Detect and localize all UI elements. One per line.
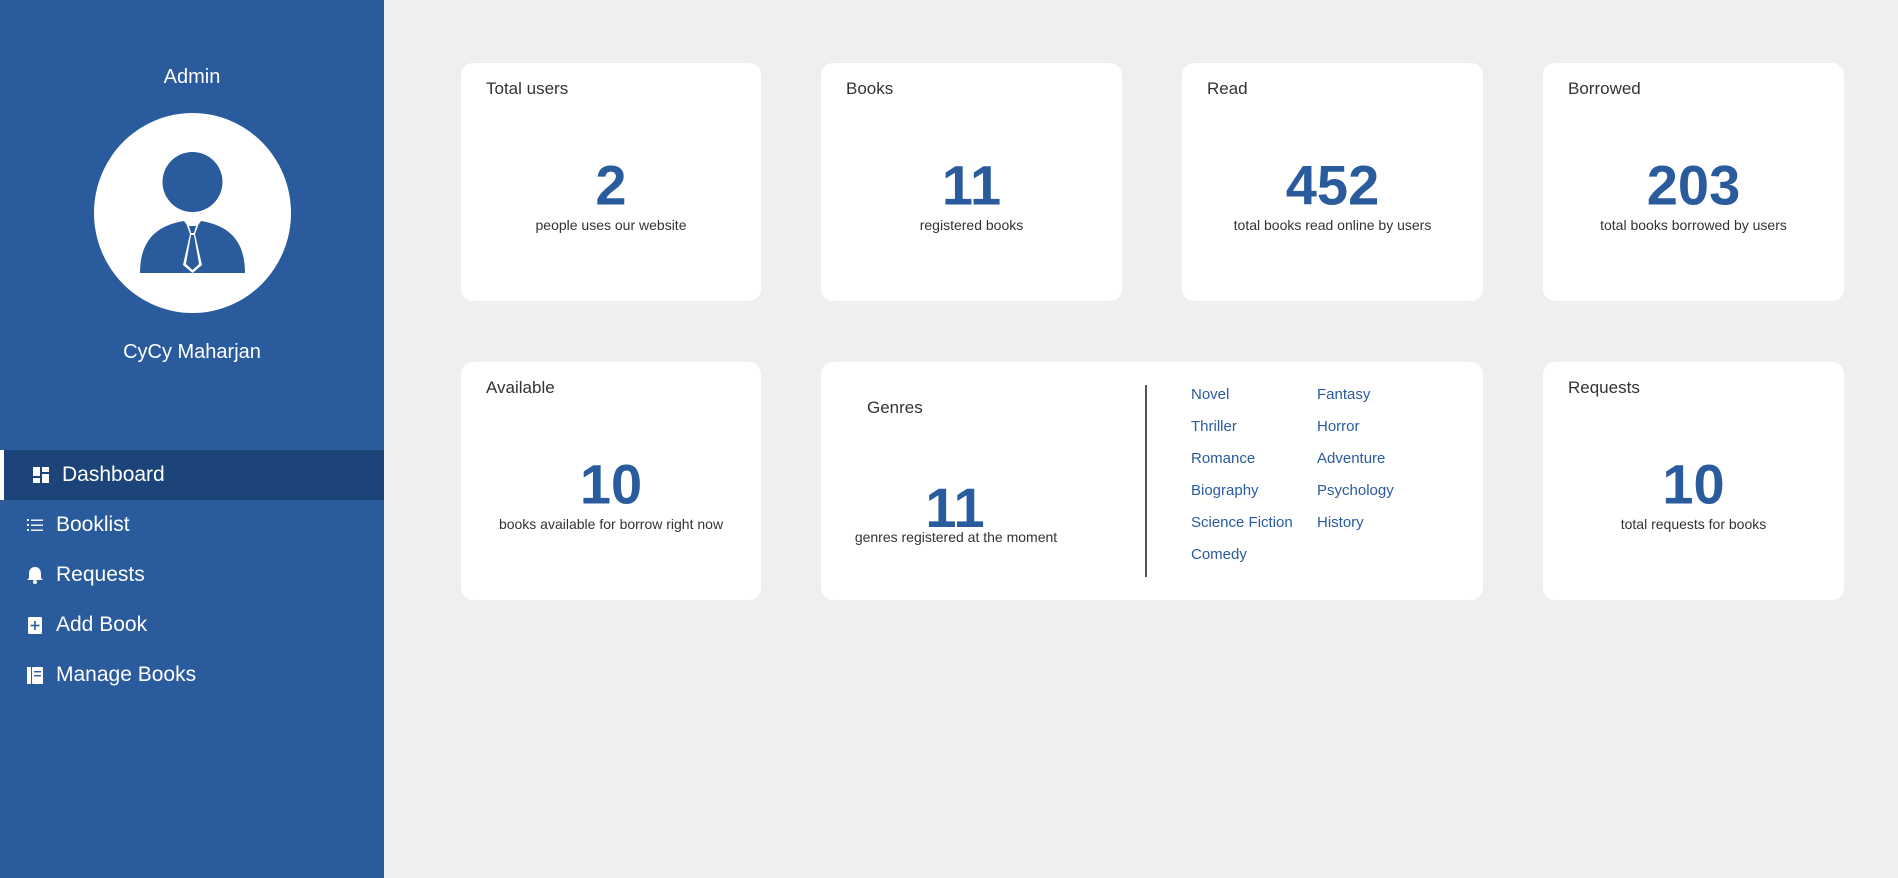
sidebar-item-label: Booklist — [56, 513, 130, 536]
genre-link[interactable]: History — [1317, 514, 1441, 532]
sidebar-nav: Dashboard Booklist Requests Add Book Man… — [0, 450, 384, 700]
read-count: 452 — [1285, 153, 1380, 217]
card-description: people uses our website — [535, 217, 687, 233]
bell-icon — [26, 566, 44, 584]
genre-link[interactable]: Thriller — [1191, 418, 1317, 436]
sidebar-item-booklist[interactable]: Booklist — [0, 500, 384, 550]
add-book-icon — [26, 616, 44, 634]
genre-link[interactable]: Science Fiction — [1191, 514, 1317, 532]
user-role: Admin — [163, 66, 221, 88]
genre-list: Novel Fantasy Thriller Horror Romance Ad… — [1191, 386, 1441, 564]
genre-link[interactable]: Comedy — [1191, 546, 1317, 564]
read-card: Read 452 total books read online by user… — [1182, 63, 1483, 301]
genre-link[interactable]: Novel — [1191, 386, 1317, 404]
sidebar-item-label: Dashboard — [62, 463, 165, 486]
genre-link[interactable]: Fantasy — [1317, 386, 1441, 404]
sidebar: Admin CyCy Maharjan Dashboard Booklist R… — [0, 0, 384, 878]
card-title: Read — [1207, 79, 1248, 98]
sidebar-item-dashboard[interactable]: Dashboard — [0, 450, 384, 500]
sidebar-item-manage-books[interactable]: Manage Books — [0, 650, 384, 700]
genre-link[interactable]: Biography — [1191, 482, 1317, 500]
total-users-count: 2 — [595, 153, 627, 217]
list-icon — [26, 516, 44, 534]
card-description: total books borrowed by users — [1600, 217, 1787, 233]
username: CyCy Maharjan — [123, 341, 261, 363]
total-users-card: Total users 2 people uses our website — [461, 63, 761, 301]
card-title: Genres — [867, 398, 923, 417]
avatar — [94, 113, 291, 313]
sidebar-item-requests[interactable]: Requests — [0, 550, 384, 600]
manage-books-icon — [26, 666, 44, 684]
card-description: registered books — [919, 217, 1024, 233]
available-count: 10 — [579, 452, 643, 516]
sidebar-item-label: Manage Books — [56, 663, 197, 686]
user-icon — [140, 152, 245, 273]
card-description: total books read online by users — [1233, 217, 1432, 233]
books-card: Books 11 registered books — [821, 63, 1122, 301]
sidebar-item-label: Add Book — [56, 613, 148, 636]
divider — [1145, 385, 1147, 577]
dashboard-icon — [32, 466, 50, 484]
card-title: Requests — [1568, 378, 1640, 397]
sidebar-item-label: Requests — [56, 563, 145, 586]
card-description: genres registered at the moment — [854, 529, 1058, 545]
borrowed-count: 203 — [1646, 153, 1741, 217]
genre-link[interactable]: Psychology — [1317, 482, 1441, 500]
genre-link[interactable]: Adventure — [1317, 450, 1441, 468]
available-card: Available 10 books available for borrow … — [461, 362, 761, 600]
sidebar-item-add-book[interactable]: Add Book — [0, 600, 384, 650]
card-title: Total users — [486, 79, 569, 98]
card-title: Borrowed — [1568, 79, 1641, 98]
genre-link[interactable]: Horror — [1317, 418, 1441, 436]
card-title: Available — [486, 378, 555, 397]
requests-card: Requests 10 total requests for books — [1543, 362, 1844, 600]
genre-link[interactable]: Romance — [1191, 450, 1317, 468]
borrowed-card: Borrowed 203 total books borrowed by use… — [1543, 63, 1844, 301]
genres-card: Genres 11 genres registered at the momen… — [821, 362, 1483, 600]
card-title: Books — [846, 79, 894, 98]
card-description: total requests for books — [1620, 516, 1767, 532]
requests-count: 10 — [1662, 452, 1725, 516]
card-description: books available for borrow right now — [498, 516, 724, 532]
books-count: 11 — [941, 153, 1002, 217]
